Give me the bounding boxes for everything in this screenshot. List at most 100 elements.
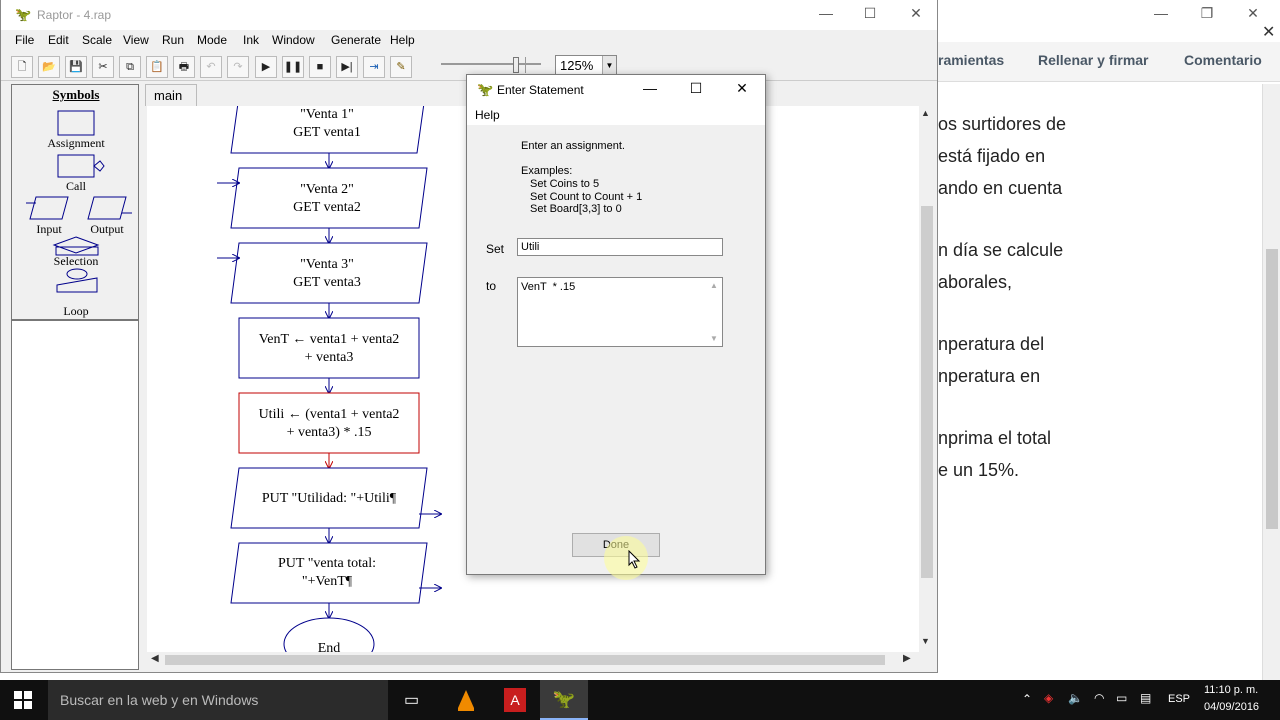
watch-panel bbox=[11, 320, 139, 670]
pen-icon[interactable]: ✎ bbox=[390, 56, 412, 78]
input-symbol-icon[interactable] bbox=[29, 196, 69, 220]
tab-main[interactable]: main bbox=[145, 84, 197, 106]
pdf-text-line: e un 15%. bbox=[938, 460, 1020, 480]
selection-symbol-icon[interactable] bbox=[52, 236, 100, 254]
pdf-text-line: nprima el total bbox=[938, 428, 1052, 448]
paste-icon[interactable]: 📋 bbox=[146, 56, 168, 78]
undo-icon[interactable]: ↶ bbox=[200, 56, 222, 78]
menu-edit[interactable]: Edit bbox=[48, 33, 69, 47]
chevron-up-icon[interactable]: ▲ bbox=[921, 108, 930, 118]
menu-help[interactable]: Help bbox=[390, 33, 415, 47]
call-label: Call bbox=[66, 179, 86, 193]
pdf-text-line: aborales, bbox=[938, 272, 1013, 292]
flow-text: PUT "Utilidad: "+Utili¶ bbox=[261, 491, 397, 506]
pdf-scrollbar[interactable] bbox=[1262, 84, 1280, 680]
language-indicator[interactable]: ESP bbox=[1168, 693, 1190, 705]
flow-text: "+VenT¶ bbox=[301, 574, 353, 589]
step-icon[interactable]: ▶| bbox=[336, 56, 358, 78]
chevron-down-icon[interactable]: ▼ bbox=[602, 56, 616, 76]
flow-text: + venta3 bbox=[304, 350, 354, 365]
symbol-shapes bbox=[26, 110, 132, 293]
menu-ink[interactable]: Ink bbox=[243, 33, 259, 47]
pdf-titlebar: — ❐ ✕ bbox=[938, 0, 1280, 28]
canvas-hscroll-thumb[interactable] bbox=[165, 655, 885, 665]
pause-icon[interactable]: ❚❚ bbox=[282, 56, 304, 78]
minimize-icon[interactable]: — bbox=[803, 0, 849, 28]
raptor-logo-icon: 🦖 bbox=[15, 7, 32, 22]
stop-icon[interactable]: ■ bbox=[309, 56, 331, 78]
set-variable-input[interactable] bbox=[517, 238, 723, 256]
flow-text: + venta3) * .15 bbox=[286, 425, 372, 440]
chevron-up-icon[interactable]: ⌃ bbox=[1022, 692, 1032, 706]
restore-icon[interactable]: ❐ bbox=[1184, 0, 1230, 28]
canvas-vscroll-thumb[interactable] bbox=[921, 206, 933, 578]
save-icon[interactable]: 💾 bbox=[65, 56, 87, 78]
chevron-left-icon[interactable]: ◀ bbox=[151, 653, 159, 664]
pdf-scroll-thumb[interactable] bbox=[1266, 249, 1278, 529]
vlc-icon[interactable] bbox=[456, 688, 476, 712]
battery-icon[interactable]: ▭ bbox=[1116, 691, 1127, 705]
set-label: Set bbox=[486, 242, 505, 256]
close-icon[interactable]: ✕ bbox=[719, 75, 765, 103]
minimize-icon[interactable]: — bbox=[627, 75, 673, 103]
examples-label: Examples: bbox=[521, 165, 573, 177]
new-file-icon[interactable]: 🗋 bbox=[11, 56, 33, 78]
flow-text: GET venta2 bbox=[293, 200, 361, 215]
to-expression-textarea[interactable]: VenT * .15 bbox=[517, 277, 723, 347]
close-icon[interactable]: ✕ bbox=[893, 0, 939, 28]
menu-window[interactable]: Window bbox=[272, 33, 315, 47]
pdf-text-line: ando en cuenta bbox=[938, 178, 1063, 198]
flow-text: "Venta 3" bbox=[300, 257, 354, 272]
notification-icon[interactable]: ▤ bbox=[1140, 691, 1151, 705]
acrobat-tray-icon[interactable]: ◈ bbox=[1044, 691, 1053, 705]
flow-text: GET venta3 bbox=[293, 275, 361, 290]
pdf-tool-comment[interactable]: Comentario bbox=[1184, 52, 1262, 68]
loop-symbol-icon[interactable] bbox=[66, 268, 88, 280]
menu-mode[interactable]: Mode bbox=[197, 33, 227, 47]
output-symbol-icon[interactable] bbox=[87, 196, 127, 220]
pdf-tool-fill-sign[interactable]: Rellenar y firmar bbox=[1038, 52, 1149, 68]
menu-scale[interactable]: Scale bbox=[82, 33, 112, 47]
clock-date[interactable]: 04/09/2016 bbox=[1204, 701, 1259, 713]
pdf-tool-tools[interactable]: ramientas bbox=[938, 52, 1004, 68]
dialog-menu-help[interactable]: Help bbox=[475, 108, 500, 122]
acrobat-icon[interactable]: A bbox=[504, 688, 526, 712]
windows-start-icon[interactable] bbox=[14, 691, 32, 709]
step-into-icon[interactable]: ⇥ bbox=[363, 56, 385, 78]
windows-taskbar: Buscar en la web y en Windows ▭ A 🦖 ⌃ ◈ … bbox=[0, 680, 1280, 720]
cut-icon[interactable]: ✂ bbox=[92, 56, 114, 78]
call-symbol-icon[interactable] bbox=[57, 154, 95, 178]
menu-file[interactable]: File bbox=[15, 33, 34, 47]
flow-text: VenT ← venta1 + venta2 bbox=[258, 332, 400, 347]
speed-slider-track[interactable] bbox=[441, 63, 541, 65]
chevron-down-icon[interactable]: ▼ bbox=[921, 636, 930, 646]
open-folder-icon[interactable]: 📂 bbox=[38, 56, 60, 78]
pdf-document: os surtidores de está fijado en ando en … bbox=[938, 84, 1260, 680]
clock-time[interactable]: 11:10 p. m. bbox=[1204, 684, 1258, 696]
canvas-vertical-scrollbar[interactable]: ▲ ▼ bbox=[919, 106, 935, 652]
volume-icon[interactable]: 🔈 bbox=[1068, 691, 1083, 705]
flow-text: GET venta1 bbox=[293, 125, 361, 140]
dialog-title: Enter Statement bbox=[497, 83, 584, 97]
print-icon[interactable]: 🖶 bbox=[173, 56, 195, 78]
chevron-down-icon[interactable]: ▼ bbox=[710, 334, 718, 343]
minimize-icon[interactable]: — bbox=[1138, 0, 1184, 28]
close-pane-icon[interactable]: ✕ bbox=[1262, 22, 1275, 42]
redo-icon[interactable]: ↷ bbox=[227, 56, 249, 78]
menu-generate[interactable]: Generate bbox=[331, 33, 381, 47]
task-view-icon[interactable]: ▭ bbox=[404, 690, 419, 710]
chevron-up-icon[interactable]: ▲ bbox=[710, 281, 718, 290]
run-icon[interactable]: ▶ bbox=[255, 56, 277, 78]
raptor-taskbar-icon[interactable]: 🦖 bbox=[540, 680, 588, 720]
assignment-symbol-icon[interactable] bbox=[57, 110, 95, 136]
menu-run[interactable]: Run bbox=[162, 33, 184, 47]
canvas-horizontal-scrollbar[interactable]: ◀ ▶ bbox=[147, 652, 919, 668]
chevron-right-icon[interactable]: ▶ bbox=[903, 653, 911, 664]
speed-slider-thumb[interactable] bbox=[513, 57, 519, 73]
copy-icon[interactable]: ⧉ bbox=[119, 56, 141, 78]
maximize-icon[interactable]: ☐ bbox=[673, 75, 719, 103]
maximize-icon[interactable]: ☐ bbox=[847, 0, 893, 28]
taskbar-search[interactable]: Buscar en la web y en Windows bbox=[48, 680, 388, 720]
menu-view[interactable]: View bbox=[123, 33, 149, 47]
wifi-icon[interactable]: ◠ bbox=[1094, 691, 1104, 705]
